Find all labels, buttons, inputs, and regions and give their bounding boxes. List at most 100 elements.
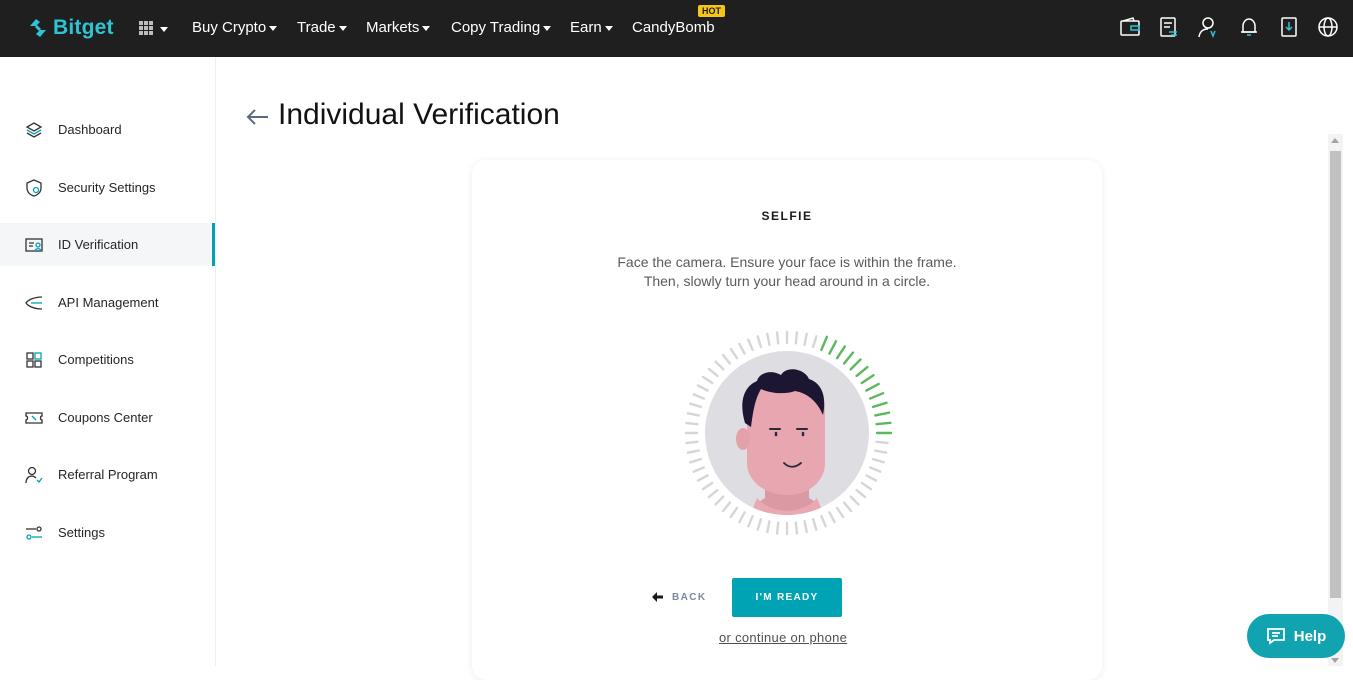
nav-candybomb[interactable]: CandyBomb xyxy=(632,16,715,38)
progress-tick xyxy=(842,351,855,365)
progress-tick xyxy=(849,358,862,371)
progress-tick xyxy=(828,511,836,524)
sidebar-item-label: ID Verification xyxy=(58,237,139,252)
id-card-icon xyxy=(25,237,43,252)
back-button-label: BACK xyxy=(672,591,707,603)
sidebar-item-referral-program[interactable]: Referral Program xyxy=(0,453,215,496)
nav-copy-trading[interactable]: Copy Trading xyxy=(451,16,552,38)
progress-tick xyxy=(766,520,771,534)
help-button[interactable]: Help xyxy=(1247,614,1345,658)
nav-trade[interactable]: Trade xyxy=(297,16,347,38)
api-icon xyxy=(25,295,43,310)
bitget-logo-icon xyxy=(30,19,46,37)
grid-icon xyxy=(26,351,42,368)
progress-tick xyxy=(685,440,699,445)
progress-tick xyxy=(766,332,771,346)
progress-tick xyxy=(721,353,732,365)
arrow-left-icon xyxy=(652,592,663,602)
sidebar-item-label: Security Settings xyxy=(58,180,156,195)
progress-tick xyxy=(868,466,882,473)
progress-tick xyxy=(692,393,706,400)
scroll-up-arrow-icon[interactable] xyxy=(1331,138,1339,143)
progress-tick xyxy=(868,392,885,400)
progress-tick xyxy=(849,495,860,506)
progress-tick xyxy=(729,347,739,360)
progress-tick xyxy=(860,374,875,385)
chevron-down-icon xyxy=(543,25,552,31)
sidebar-item-label: Coupons Center xyxy=(58,410,153,425)
chevron-down-icon xyxy=(269,25,278,31)
instruction-line-1: Face the camera. Ensure your face is wit… xyxy=(617,254,957,270)
nav-label: Earn xyxy=(570,18,602,36)
nav-label: Buy Crypto xyxy=(192,18,267,36)
progress-tick xyxy=(747,338,754,352)
progress-tick xyxy=(820,335,828,352)
progress-tick xyxy=(689,402,703,409)
progress-tick xyxy=(835,506,845,519)
sidebar-item-competitions[interactable]: Competitions xyxy=(0,338,215,381)
progress-tick xyxy=(803,520,808,534)
continue-on-phone-link[interactable]: or continue on phone xyxy=(719,630,847,645)
sidebar-item-label: Competitions xyxy=(58,352,134,367)
progress-tick xyxy=(811,335,818,349)
scroll-down-arrow-icon[interactable] xyxy=(1331,658,1339,663)
chevron-down-icon xyxy=(338,25,347,31)
chevron-down-icon xyxy=(422,25,431,31)
chevron-down-icon xyxy=(604,25,613,31)
page-title: Individual Verification xyxy=(278,98,560,131)
instruction-line-2: Then, slowly turn your head around in a … xyxy=(643,273,931,289)
progress-tick xyxy=(820,514,827,528)
help-button-label: Help xyxy=(1293,627,1327,645)
bitget-logo[interactable]: Bitget xyxy=(27,14,114,42)
scrollbar-thumb[interactable] xyxy=(1330,151,1341,598)
apps-grid-button[interactable] xyxy=(138,19,172,37)
wallet-icon[interactable] xyxy=(1119,16,1141,38)
sidebar-item-id-verification[interactable]: ID Verification xyxy=(0,223,215,266)
sidebar-item-label: Settings xyxy=(58,525,105,540)
ticket-icon xyxy=(25,411,43,424)
progress-tick xyxy=(738,511,746,524)
chat-icon xyxy=(1266,628,1285,645)
progress-tick xyxy=(794,331,799,345)
referral-icon xyxy=(25,466,43,483)
progress-tick xyxy=(803,332,808,346)
back-arrow-icon[interactable] xyxy=(244,105,270,129)
progress-tick xyxy=(692,466,706,473)
progress-tick xyxy=(860,481,873,491)
progress-tick xyxy=(855,488,867,499)
progress-tick xyxy=(875,421,892,426)
back-button[interactable]: BACK xyxy=(652,587,707,607)
face-guide-illustration xyxy=(677,323,897,543)
progress-tick xyxy=(707,367,719,378)
nav-buy-crypto[interactable]: Buy Crypto xyxy=(192,16,278,38)
download-icon[interactable] xyxy=(1278,16,1300,38)
progress-tick xyxy=(874,449,888,454)
progress-tick xyxy=(696,384,709,392)
nav-earn[interactable]: Earn xyxy=(570,16,613,38)
progress-tick xyxy=(747,514,754,528)
orders-icon[interactable] xyxy=(1158,16,1180,38)
sidebar: Dashboard Security Settings ID Verificat… xyxy=(0,57,216,666)
sidebar-item-label: API Management xyxy=(58,295,159,310)
progress-tick xyxy=(686,449,700,454)
progress-tick xyxy=(756,335,763,349)
progress-tick xyxy=(871,401,888,409)
progress-tick xyxy=(685,421,699,426)
im-ready-button[interactable]: I'M READY xyxy=(732,578,842,617)
user-icon[interactable] xyxy=(1197,16,1219,39)
progress-tick xyxy=(756,517,763,531)
sidebar-item-dashboard[interactable]: Dashboard xyxy=(0,108,215,151)
sidebar-item-settings[interactable]: Settings xyxy=(0,511,215,554)
brand-name: Bitget xyxy=(53,16,114,39)
sidebar-item-api-management[interactable]: API Management xyxy=(0,281,215,324)
progress-tick xyxy=(689,457,703,464)
sidebar-item-label: Dashboard xyxy=(58,122,122,137)
top-navigation-bar: Bitget Buy Crypto Trade Markets Copy Tra… xyxy=(0,0,1353,57)
nav-markets[interactable]: Markets xyxy=(366,16,431,38)
bell-icon[interactable] xyxy=(1238,16,1260,38)
progress-tick xyxy=(865,382,880,392)
sidebar-item-security-settings[interactable]: Security Settings xyxy=(0,166,215,209)
sidebar-item-coupons-center[interactable]: Coupons Center xyxy=(0,396,215,439)
shield-icon xyxy=(26,178,42,197)
globe-icon[interactable] xyxy=(1317,16,1339,38)
